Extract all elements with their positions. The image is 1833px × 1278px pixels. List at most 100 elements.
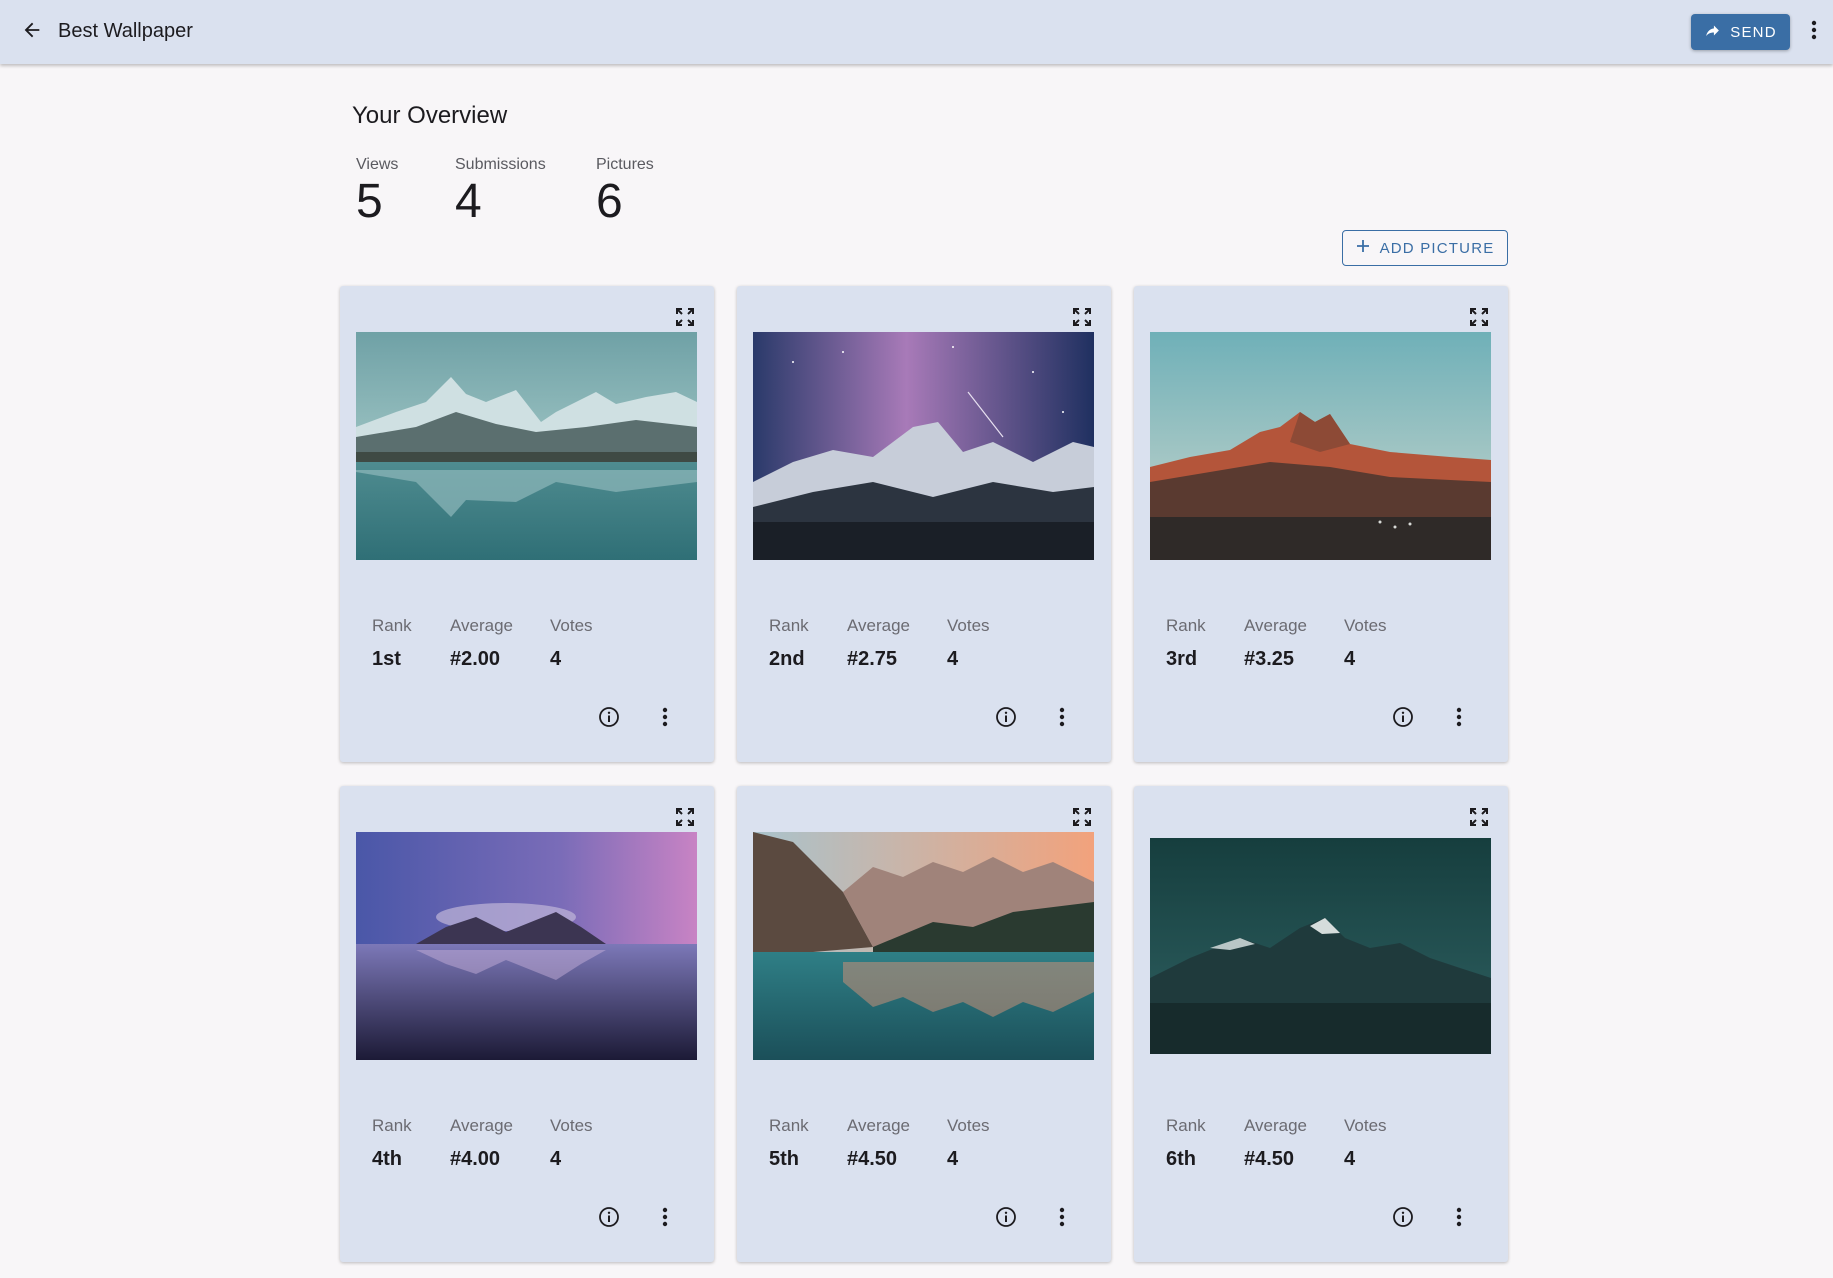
rank-label: Rank — [372, 1116, 412, 1135]
average-value: #2.75 — [847, 648, 898, 670]
info-button[interactable] — [594, 704, 624, 734]
rank-label: Rank — [769, 1116, 809, 1135]
add-picture-label: ADD PICTURE — [1379, 239, 1495, 257]
picture-lake-mountains[interactable] — [356, 332, 697, 560]
rank-metric: Rank 1st — [372, 616, 450, 671]
info-button[interactable] — [991, 1204, 1021, 1234]
expand-button[interactable] — [1466, 306, 1492, 332]
card-metrics: Rank 1st Average #2.00 Votes 4 — [372, 616, 593, 671]
average-metric: Average #2.00 — [450, 616, 550, 671]
card-metrics: Rank 2nd Average #2.75 Votes 4 — [769, 616, 990, 671]
info-icon — [1392, 1206, 1414, 1233]
info-button[interactable] — [991, 704, 1021, 734]
info-button[interactable] — [1388, 704, 1418, 734]
more-vertical-icon — [1811, 20, 1817, 45]
votes-label: Votes — [550, 1116, 593, 1135]
rank-metric: Rank 4th — [372, 1116, 450, 1171]
stat-submissions: Submissions 4 — [455, 156, 546, 226]
rank-value: 3rd — [1166, 648, 1198, 670]
stat-label: Pictures — [596, 156, 654, 173]
picture-moraine-lake[interactable] — [753, 832, 1094, 1060]
app-menu-button[interactable] — [1800, 14, 1828, 50]
expand-button[interactable] — [1069, 806, 1095, 832]
info-icon — [995, 706, 1017, 733]
stat-views: Views 5 — [356, 156, 398, 226]
expand-button[interactable] — [1466, 806, 1492, 832]
expand-icon — [1469, 307, 1489, 332]
stat-value: 4 — [455, 175, 482, 228]
average-value: #4.00 — [450, 1148, 501, 1170]
picture-card: Rank 3rd Average #3.25 Votes 4 — [1134, 286, 1508, 762]
votes-value: 4 — [550, 1148, 562, 1170]
rank-value: 2nd — [769, 648, 805, 670]
stat-pictures: Pictures 6 — [596, 156, 654, 226]
votes-label: Votes — [1344, 1116, 1387, 1135]
more-vertical-icon — [1059, 707, 1065, 732]
votes-value: 4 — [947, 648, 959, 670]
rank-label: Rank — [1166, 616, 1206, 635]
picture-card: Rank 6th Average #4.50 Votes 4 — [1134, 786, 1508, 1262]
expand-icon — [675, 307, 695, 332]
rank-value: 1st — [372, 648, 401, 670]
picture-purple-beach[interactable] — [356, 832, 697, 1060]
expand-button[interactable] — [672, 306, 698, 332]
picture-sunset-peak[interactable] — [1150, 332, 1491, 560]
average-label: Average — [1244, 616, 1308, 635]
average-value: #4.50 — [847, 1148, 898, 1170]
info-button[interactable] — [594, 1204, 624, 1234]
expand-icon — [1469, 807, 1489, 832]
card-metrics: Rank 6th Average #4.50 Votes 4 — [1166, 1116, 1387, 1171]
more-vertical-icon — [662, 1207, 668, 1232]
average-value: #4.50 — [1244, 1148, 1295, 1170]
info-icon — [598, 706, 620, 733]
stat-label: Views — [356, 156, 399, 173]
overview-title: Your Overview — [352, 102, 508, 129]
arrow-left-icon — [21, 19, 43, 46]
more-vertical-icon — [1059, 1207, 1065, 1232]
picture-night-peak[interactable] — [1150, 838, 1491, 1054]
rank-metric: Rank 5th — [769, 1116, 847, 1171]
more-vertical-icon — [1456, 707, 1462, 732]
send-button[interactable]: SEND — [1691, 14, 1790, 50]
picture-milky-way[interactable] — [753, 332, 1094, 560]
votes-metric: Votes 4 — [550, 616, 593, 671]
card-menu-button[interactable] — [650, 704, 680, 734]
votes-metric: Votes 4 — [1344, 616, 1387, 671]
expand-button[interactable] — [672, 806, 698, 832]
votes-metric: Votes 4 — [947, 616, 990, 671]
info-icon — [1392, 706, 1414, 733]
votes-label: Votes — [947, 1116, 990, 1135]
average-label: Average — [847, 616, 911, 635]
rank-value: 5th — [769, 1148, 799, 1170]
rank-metric: Rank 2nd — [769, 616, 847, 671]
rank-label: Rank — [372, 616, 412, 635]
votes-value: 4 — [947, 1148, 959, 1170]
stat-label: Submissions — [455, 156, 546, 173]
average-metric: Average #4.00 — [450, 1116, 550, 1171]
picture-card: Rank 5th Average #4.50 Votes 4 — [737, 786, 1111, 1262]
share-arrow-icon — [1704, 22, 1721, 43]
rank-value: 6th — [1166, 1148, 1196, 1170]
card-menu-button[interactable] — [1047, 1204, 1077, 1234]
card-menu-button[interactable] — [650, 1204, 680, 1234]
votes-metric: Votes 4 — [947, 1116, 990, 1171]
info-icon — [598, 1206, 620, 1233]
card-menu-button[interactable] — [1444, 704, 1474, 734]
votes-metric: Votes 4 — [550, 1116, 593, 1171]
card-menu-button[interactable] — [1047, 704, 1077, 734]
card-menu-button[interactable] — [1444, 1204, 1474, 1234]
expand-icon — [675, 807, 695, 832]
plus-icon — [1356, 239, 1370, 257]
expand-icon — [1072, 307, 1092, 332]
card-metrics: Rank 4th Average #4.00 Votes 4 — [372, 1116, 593, 1171]
info-button[interactable] — [1388, 1204, 1418, 1234]
stat-value: 5 — [356, 175, 383, 228]
average-label: Average — [847, 1116, 911, 1135]
votes-value: 4 — [1344, 1148, 1356, 1170]
average-label: Average — [1244, 1116, 1308, 1135]
average-label: Average — [450, 616, 514, 635]
expand-button[interactable] — [1069, 306, 1095, 332]
add-picture-button[interactable]: ADD PICTURE — [1342, 230, 1508, 266]
back-button[interactable] — [14, 14, 50, 50]
rank-metric: Rank 3rd — [1166, 616, 1244, 671]
